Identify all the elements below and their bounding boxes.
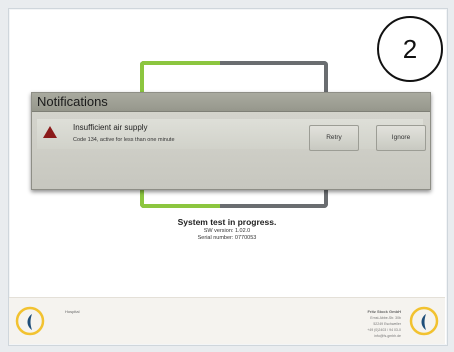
status-title: System test in progress. (177, 217, 277, 227)
notification-detail: Code 134, active for less than one minut… (73, 137, 175, 143)
notification-title: Insufficient air supply (73, 123, 148, 132)
serial-number: Serial number: 0770053 (197, 235, 257, 241)
progress-frame-top-active (140, 61, 220, 96)
notifications-dialog: Notifications Insufficient air supply Co… (31, 92, 431, 190)
step-marker: 2 (377, 16, 443, 82)
warning-triangle-icon (43, 126, 57, 138)
notification-item: Insufficient air supply Code 134, active… (37, 119, 426, 151)
company-logo (15, 306, 45, 336)
hospital-label: Hospital (65, 309, 80, 314)
sw-version: SW version: 1.02.0 (203, 228, 251, 234)
ignore-button[interactable]: Ignore (376, 125, 426, 151)
notifications-title: Notifications (32, 93, 430, 112)
footer: Hospital Fritz Stock GmbH Ernst-Abbe-Str… (9, 297, 445, 344)
system-status: System test in progress. SW version: 1.0… (0, 217, 454, 241)
company-line: info@fs-gmbh.de (374, 334, 401, 338)
retry-button[interactable]: Retry (309, 125, 359, 151)
company-logo (409, 306, 439, 336)
company-info: Fritz Stock GmbH Ernst-Abbe-Str. 30b 522… (367, 309, 401, 339)
